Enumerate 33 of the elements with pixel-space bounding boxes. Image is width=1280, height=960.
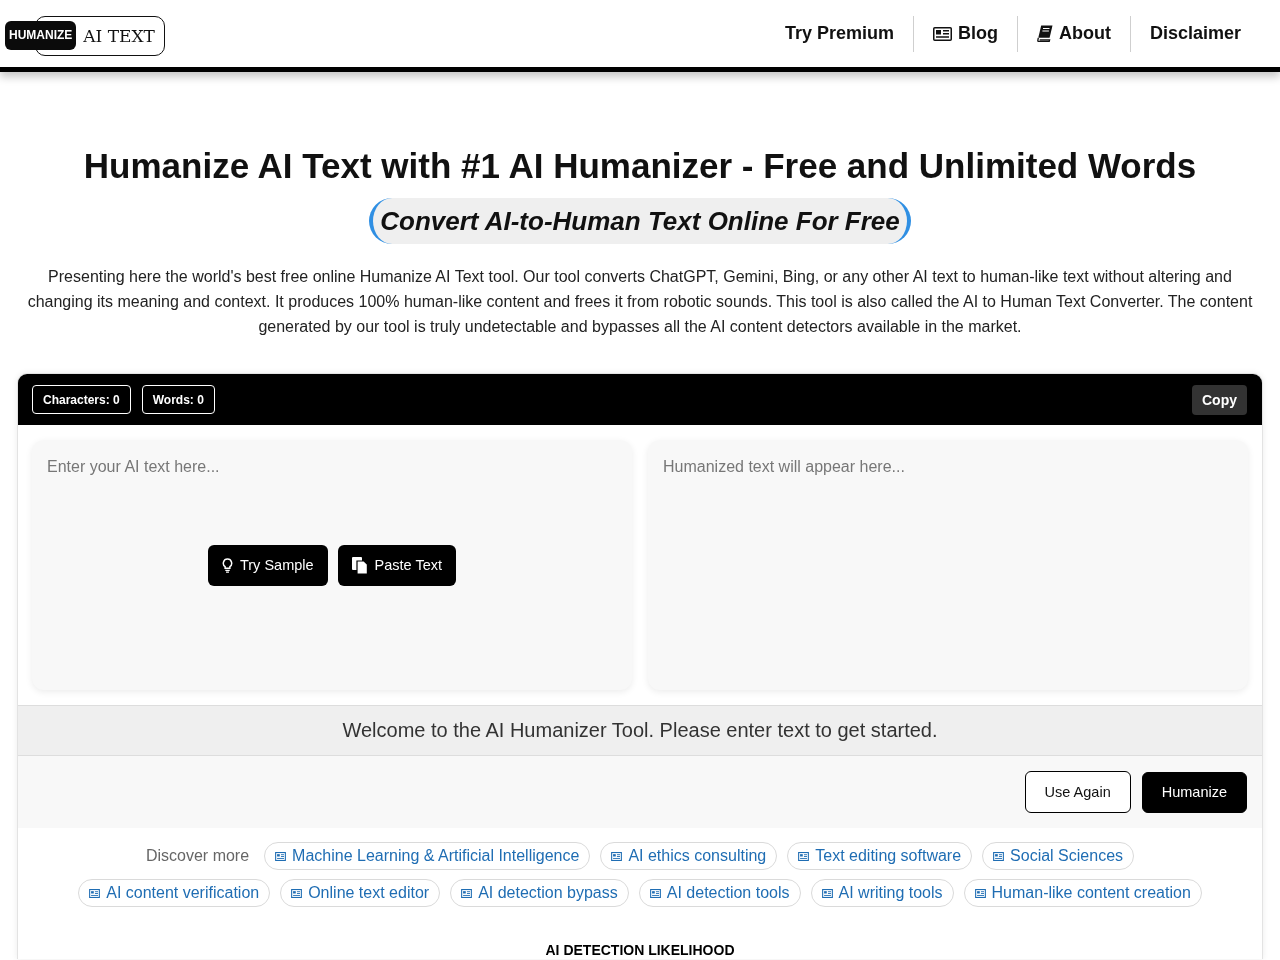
newspaper-icon [291, 888, 303, 898]
stat-counter: Words: 0 [141, 385, 215, 414]
try-sample-button[interactable]: Try Sample [207, 544, 328, 586]
newspaper-icon [275, 851, 287, 861]
newspaper-icon [611, 851, 623, 861]
output-field[interactable]: Humanized text will appear here... [648, 440, 1248, 690]
nav-link[interactable]: Try Premium [765, 15, 913, 52]
newspaper-icon [821, 888, 833, 898]
intro-paragraph: Presenting here the world's best free online Humanize AI Text tool. Our tool converts ChatGPT, Gemini, Bing, or any other AI text to human-like text without altering and changing its meaning and context. It produces 100% human-like content and frees it from robotic sounds. This tool is also called the AI to Human Text Converter. The content generated by our tool is truly undetectable and bypasses all the AI content detectors available in the market. [26, 267, 1254, 337]
page-title: Humanize AI Text with #1 AI Humanizer - Free and Unlimited Words [82, 146, 1198, 186]
logo-badge[interactable]: HUMANIZE [5, 21, 77, 50]
newspaper-icon [461, 888, 473, 898]
section-heading: AI DETECTION LIKELIHOOD [545, 942, 735, 958]
newspaper-icon [993, 851, 1005, 861]
newspaper-icon [932, 26, 952, 41]
newspaper-icon [798, 851, 810, 861]
humanize-button[interactable]: Humanize [1141, 771, 1247, 813]
status-message: Welcome to the AI Humanizer Tool. Please enter text to get started. [18, 705, 1262, 756]
lightbulb-icon [221, 557, 233, 573]
stat-counter: Characters: 0 [32, 385, 131, 414]
use-again-button[interactable]: Use Again [1024, 771, 1131, 813]
book-icon [1036, 25, 1053, 42]
newspaper-icon [974, 888, 986, 898]
paste-text-button[interactable]: Paste Text [337, 544, 456, 586]
newspaper-icon [89, 888, 101, 898]
nav-link[interactable]: About [1016, 15, 1130, 52]
subtitle-banner: Convert AI-to-Human Text Online For Free [369, 198, 911, 244]
discover-label: Discover more [145, 847, 250, 865]
newspaper-icon [649, 888, 661, 898]
nav-link[interactable]: Disclaimer [1129, 15, 1260, 52]
copy-button[interactable]: Copy [1192, 384, 1247, 415]
documents-icon [351, 556, 368, 574]
nav-link[interactable]: Blog [912, 15, 1017, 52]
